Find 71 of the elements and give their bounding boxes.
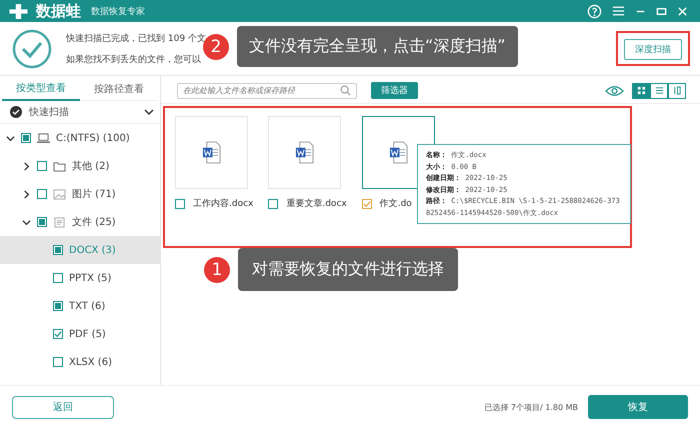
selection-summary: 已选择 7个项目/ 1.80 MB <box>484 402 578 412</box>
chevron-icon[interactable] <box>22 218 31 226</box>
logo-icon <box>8 2 30 20</box>
document-icon <box>53 216 66 228</box>
restore-button[interactable]: 恢复 <box>588 395 688 419</box>
tree-label: 图片 (71) <box>72 188 116 201</box>
word-document-icon <box>388 141 408 164</box>
checkbox[interactable] <box>175 198 185 208</box>
tree-item[interactable]: 其他 (2) <box>0 152 160 180</box>
file-name: 工作内容.docx <box>193 198 254 210</box>
tree-item[interactable]: PPTX (5) <box>0 264 160 292</box>
view-mode-button[interactable] <box>668 82 686 98</box>
chevron-icon[interactable] <box>144 107 154 117</box>
checkbox[interactable] <box>53 273 63 283</box>
maximize-icon[interactable] <box>656 6 667 16</box>
tree-label: XLSX (6) <box>69 356 112 368</box>
folder-icon <box>53 160 66 172</box>
app-subtitle: 数据恢复专家 <box>91 6 145 18</box>
tree-item[interactable]: 图片 (71) <box>0 180 160 208</box>
tree-label: PPTX (5) <box>69 272 112 284</box>
check-circle-icon <box>12 28 52 68</box>
callout-text: 对需要恢复的文件进行选择 <box>238 248 458 291</box>
columns-icon <box>672 86 682 95</box>
menu-icon[interactable] <box>612 5 625 17</box>
checkbox[interactable] <box>268 198 278 208</box>
deep-scan-button[interactable]: 深度扫描 <box>624 39 682 60</box>
tree-item[interactable]: TXT (6) <box>0 292 160 320</box>
close-icon[interactable] <box>677 6 688 16</box>
chevron-icon[interactable] <box>22 190 31 198</box>
step-number-badge: 1 <box>204 256 230 282</box>
view-tab[interactable]: 按类型查看 <box>2 76 80 101</box>
back-button[interactable]: 返回 <box>12 396 114 418</box>
tree-item[interactable]: 文件 (25) <box>0 208 160 236</box>
word-document-icon <box>295 141 314 164</box>
scan-mode-label: 快速扫描 <box>29 106 69 119</box>
scan-status-text: 快速扫描已完成，已找到 109 个文 <box>66 32 206 44</box>
tree-label: 文件 (25) <box>72 216 116 229</box>
scan-hint-text: 如果您找不到丢失的文件，您可以 <box>66 54 202 66</box>
image-icon <box>53 188 66 200</box>
callout-text: 文件没有完全呈现，点击“深度扫描” <box>237 26 518 67</box>
word-document-icon <box>202 141 221 164</box>
app-name: 数据蛙 <box>36 2 81 20</box>
checkbox[interactable] <box>53 357 63 367</box>
checkbox[interactable] <box>37 189 47 199</box>
view-tab[interactable]: 按路径查看 <box>80 76 158 101</box>
help-icon[interactable] <box>587 4 602 18</box>
grid-icon <box>636 86 646 95</box>
eye-icon[interactable] <box>605 84 624 96</box>
checkbox[interactable] <box>53 329 63 339</box>
view-mode-button[interactable] <box>632 82 650 98</box>
tree-item[interactable]: XLSX (6) <box>0 348 160 376</box>
tree-label: PDF (5) <box>69 328 106 340</box>
tree-label: DOCX (3) <box>69 244 116 256</box>
laptop-icon <box>37 132 50 144</box>
chevron-icon[interactable] <box>6 134 15 142</box>
tree-item[interactable]: C:(NTFS) (100) <box>0 124 160 152</box>
filter-button[interactable]: 筛选器 <box>371 82 418 99</box>
search-icon <box>340 85 351 96</box>
chevron-icon[interactable] <box>22 162 31 170</box>
check-circle-icon <box>10 106 22 118</box>
file-name: 重要文章.docx <box>286 198 347 210</box>
tree-item[interactable]: PDF (5) <box>0 320 160 348</box>
search-field[interactable]: 在此处输入文件名称或保存路径 <box>177 82 357 98</box>
tree-label: TXT (6) <box>69 300 106 312</box>
checkbox[interactable] <box>362 198 372 208</box>
file-name: 作文.do <box>380 198 412 210</box>
tree-label: C:(NTFS) (100) <box>56 132 130 144</box>
checkbox[interactable] <box>37 161 47 171</box>
list-icon <box>654 86 664 95</box>
view-mode-button[interactable] <box>650 82 668 98</box>
tree-label: 其他 (2) <box>72 160 110 173</box>
